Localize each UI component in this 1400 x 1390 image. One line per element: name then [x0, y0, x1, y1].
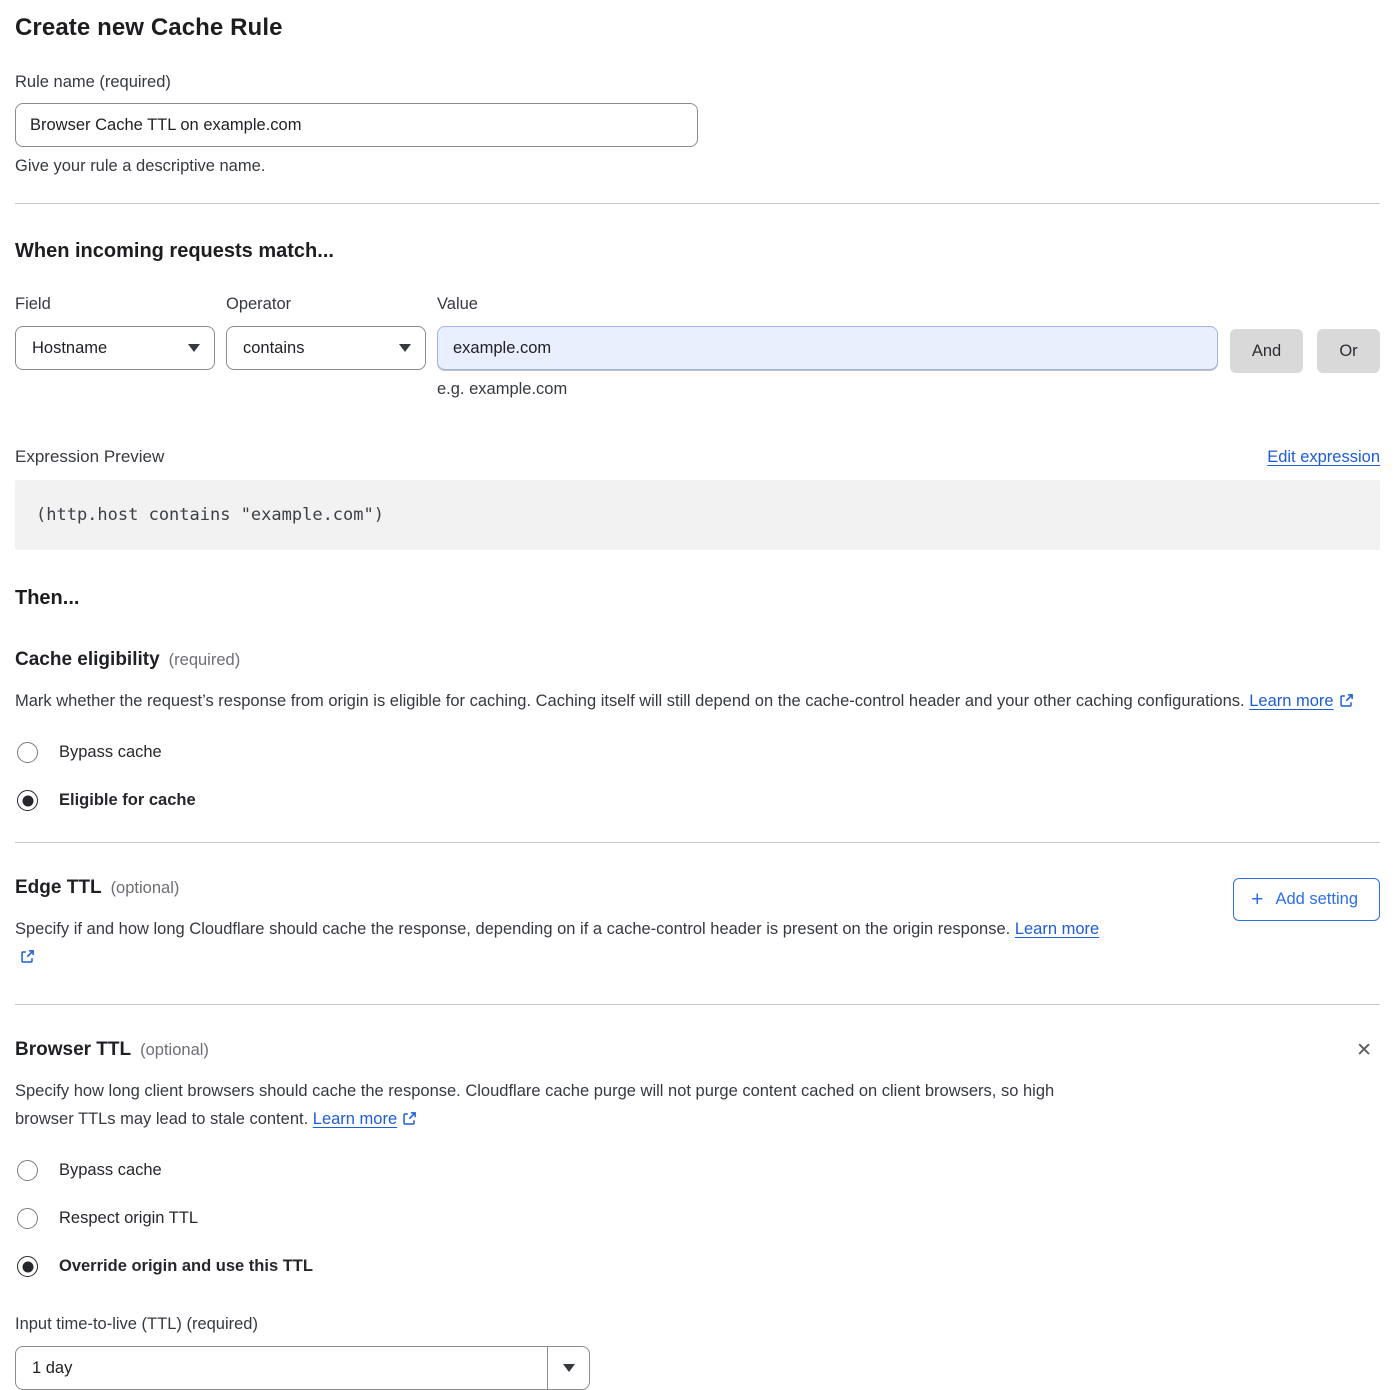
- field-select-value: Hostname: [32, 339, 107, 358]
- operator-label: Operator: [226, 295, 426, 314]
- optional-tag: (optional): [111, 879, 180, 898]
- radio-icon: [17, 1208, 38, 1229]
- expression-preview-row: Expression Preview Edit expression: [15, 447, 1380, 467]
- radio-label: Override origin and use this TTL: [59, 1257, 313, 1276]
- edge-ttl-title-row: Edge TTL (optional): [15, 877, 1380, 899]
- chevron-down-icon: [188, 344, 200, 352]
- edge-ttl-learn-more-link[interactable]: Learn more: [1015, 920, 1099, 938]
- edge-ttl-description-text: Specify if and how long Cloudflare shoul…: [15, 920, 1010, 938]
- value-help: e.g. example.com: [437, 380, 1218, 399]
- external-link-icon: [402, 1111, 417, 1126]
- add-setting-label: Add setting: [1275, 890, 1358, 909]
- radio-label: Eligible for cache: [59, 791, 196, 810]
- page-title: Create new Cache Rule: [15, 14, 1380, 42]
- operator-select[interactable]: contains: [226, 326, 426, 370]
- ttl-select-value: 1 day: [16, 1347, 547, 1389]
- ttl-select-arrow-cell[interactable]: [547, 1347, 589, 1389]
- radio-override-origin-ttl[interactable]: Override origin and use this TTL: [15, 1256, 1380, 1277]
- rule-name-input[interactable]: [15, 103, 698, 147]
- radio-icon: [17, 1256, 38, 1277]
- rule-name-label: Rule name (required): [15, 73, 1380, 92]
- divider: [15, 842, 1380, 843]
- operator-select-value: contains: [243, 339, 304, 358]
- divider: [15, 203, 1380, 204]
- plus-icon: +: [1251, 889, 1263, 910]
- radio-eligible-for-cache[interactable]: Eligible for cache: [15, 790, 1380, 811]
- chevron-down-icon: [563, 1364, 575, 1372]
- browser-ttl-learn-more-link[interactable]: Learn more: [313, 1110, 397, 1128]
- cache-eligibility-title: Cache eligibility: [15, 649, 160, 671]
- external-link-icon: [20, 949, 35, 964]
- create-cache-rule-form: Create new Cache Rule Rule name (require…: [0, 0, 1400, 1390]
- browser-ttl-options: Bypass cache Respect origin TTL Override…: [15, 1160, 1380, 1277]
- field-select[interactable]: Hostname: [15, 326, 215, 370]
- cache-eligibility-options: Bypass cache Eligible for cache: [15, 742, 1380, 811]
- close-icon[interactable]: ✕: [1352, 1037, 1376, 1064]
- radio-label: Respect origin TTL: [59, 1209, 198, 1228]
- chevron-down-icon: [399, 344, 411, 352]
- browser-ttl-title: Browser TTL: [15, 1039, 131, 1061]
- radio-bypass-cache[interactable]: Bypass cache: [15, 742, 1380, 763]
- value-input[interactable]: [437, 326, 1218, 370]
- field-column: Field Hostname: [15, 295, 215, 370]
- browser-ttl-section: Browser TTL (optional) ✕ Specify how lon…: [15, 1039, 1380, 1390]
- match-section-heading: When incoming requests match...: [15, 240, 1380, 263]
- radio-icon: [17, 790, 38, 811]
- expression-preview-label: Expression Preview: [15, 447, 164, 467]
- divider: [15, 1004, 1380, 1005]
- value-column: Value e.g. example.com: [437, 295, 1218, 399]
- optional-tag: (optional): [140, 1041, 209, 1060]
- required-tag: (required): [169, 651, 241, 670]
- ttl-select[interactable]: 1 day: [15, 1346, 590, 1390]
- operator-column: Operator contains: [215, 295, 426, 370]
- edit-expression-link[interactable]: Edit expression: [1267, 448, 1380, 467]
- then-heading: Then...: [15, 587, 1380, 610]
- edge-ttl-section: Edge TTL (optional) Specify if and how l…: [15, 877, 1380, 971]
- rule-name-group: Rule name (required) Give your rule a de…: [15, 73, 1380, 176]
- cache-eligibility-title-row: Cache eligibility (required): [15, 649, 1380, 671]
- rule-name-help: Give your rule a descriptive name.: [15, 157, 1380, 176]
- cache-eligibility-description: Mark whether the request’s response from…: [15, 687, 1380, 715]
- ttl-label: Input time-to-live (TTL) (required): [15, 1315, 1380, 1334]
- cache-eligibility-section: Cache eligibility (required) Mark whethe…: [15, 649, 1380, 811]
- match-condition-row: Field Hostname Operator contains Value e…: [15, 295, 1380, 399]
- browser-ttl-description: Specify how long client browsers should …: [15, 1077, 1110, 1133]
- and-button[interactable]: And: [1230, 329, 1303, 373]
- ttl-input-group: Input time-to-live (TTL) (required) 1 da…: [15, 1315, 1380, 1390]
- cache-eligibility-description-text: Mark whether the request’s response from…: [15, 692, 1245, 710]
- edge-ttl-description: Specify if and how long Cloudflare shoul…: [15, 915, 1115, 971]
- radio-label: Bypass cache: [59, 1161, 162, 1180]
- browser-ttl-description-text: Specify how long client browsers should …: [15, 1082, 1054, 1128]
- radio-label: Bypass cache: [59, 743, 162, 762]
- external-link-icon: [1339, 693, 1354, 708]
- browser-ttl-title-row: Browser TTL (optional): [15, 1039, 1380, 1061]
- radio-respect-origin-ttl[interactable]: Respect origin TTL: [15, 1208, 1380, 1229]
- edge-ttl-title: Edge TTL: [15, 877, 102, 899]
- radio-icon: [17, 742, 38, 763]
- radio-bypass-cache[interactable]: Bypass cache: [15, 1160, 1380, 1181]
- cache-eligibility-learn-more-link[interactable]: Learn more: [1249, 692, 1333, 710]
- radio-icon: [17, 1160, 38, 1181]
- value-label: Value: [437, 295, 1218, 314]
- or-button[interactable]: Or: [1317, 329, 1380, 373]
- add-setting-button[interactable]: + Add setting: [1233, 878, 1380, 921]
- andor-buttons: And Or: [1218, 329, 1380, 373]
- expression-code: (http.host contains "example.com"): [15, 480, 1380, 550]
- field-label: Field: [15, 295, 215, 314]
